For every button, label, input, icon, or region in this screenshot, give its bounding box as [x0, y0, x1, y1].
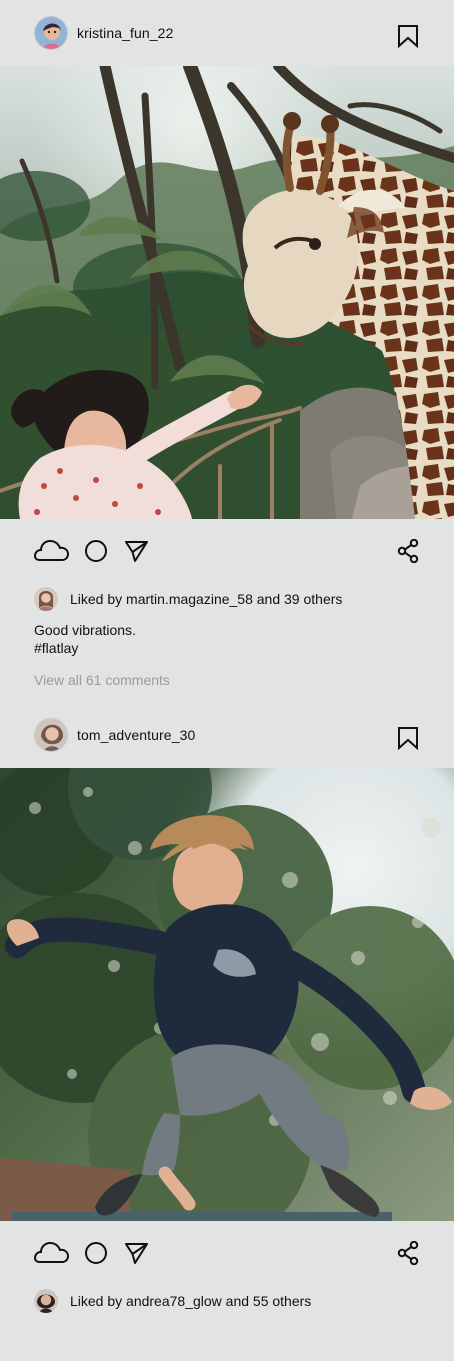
- post-header: tom_adventure_30: [0, 702, 454, 768]
- likes-row: Liked by andrea78_glow and 55 others: [0, 1288, 454, 1314]
- post-image[interactable]: [0, 66, 454, 519]
- likes-text[interactable]: Liked by martin.magazine_58 and 39 other…: [70, 592, 342, 606]
- caption-line: Good vibrations.: [34, 622, 136, 638]
- avatar[interactable]: [34, 16, 68, 50]
- hashtag[interactable]: #flatlay: [34, 639, 420, 657]
- bookmark-icon[interactable]: [397, 726, 419, 750]
- post-username[interactable]: kristina_fun_22: [77, 26, 173, 40]
- share-icon[interactable]: [396, 539, 420, 563]
- jumping-boy-photo: [0, 768, 454, 1221]
- post-caption: Good vibrations. #flatlay: [0, 612, 454, 657]
- post-header: kristina_fun_22: [0, 0, 454, 66]
- send-icon[interactable]: [124, 1241, 148, 1265]
- send-icon[interactable]: [124, 539, 148, 563]
- bookmark-icon[interactable]: [397, 24, 419, 48]
- giraffe-photo: [0, 66, 454, 519]
- post-image[interactable]: [0, 768, 454, 1221]
- liker-avatar[interactable]: [34, 1289, 58, 1313]
- liker-avatar-image: [34, 1289, 58, 1313]
- likes-text[interactable]: Liked by andrea78_glow and 55 others: [70, 1294, 311, 1308]
- post-actions: [0, 1221, 454, 1285]
- post-actions: [0, 519, 454, 583]
- view-comments-link[interactable]: View all 61 comments: [0, 673, 454, 687]
- circle-icon[interactable]: [84, 1241, 108, 1265]
- avatar-photo: [35, 719, 67, 751]
- avatar[interactable]: [34, 718, 68, 752]
- feed: kristina_fun_22 Liked by martin.magazine…: [0, 0, 454, 1361]
- cloud-icon[interactable]: [34, 539, 69, 563]
- liker-avatar[interactable]: [34, 587, 58, 611]
- avatar-illustration: [35, 17, 67, 49]
- liker-avatar-image: [34, 587, 58, 611]
- circle-icon[interactable]: [84, 539, 108, 563]
- cloud-icon[interactable]: [34, 1241, 69, 1265]
- post-1: kristina_fun_22 Liked by martin.magazine…: [0, 0, 454, 687]
- likes-row: Liked by martin.magazine_58 and 39 other…: [0, 586, 454, 612]
- post-2: tom_adventure_30 Liked by andrea78_glow …: [0, 702, 454, 1314]
- share-icon[interactable]: [396, 1241, 420, 1265]
- post-username[interactable]: tom_adventure_30: [77, 728, 195, 742]
